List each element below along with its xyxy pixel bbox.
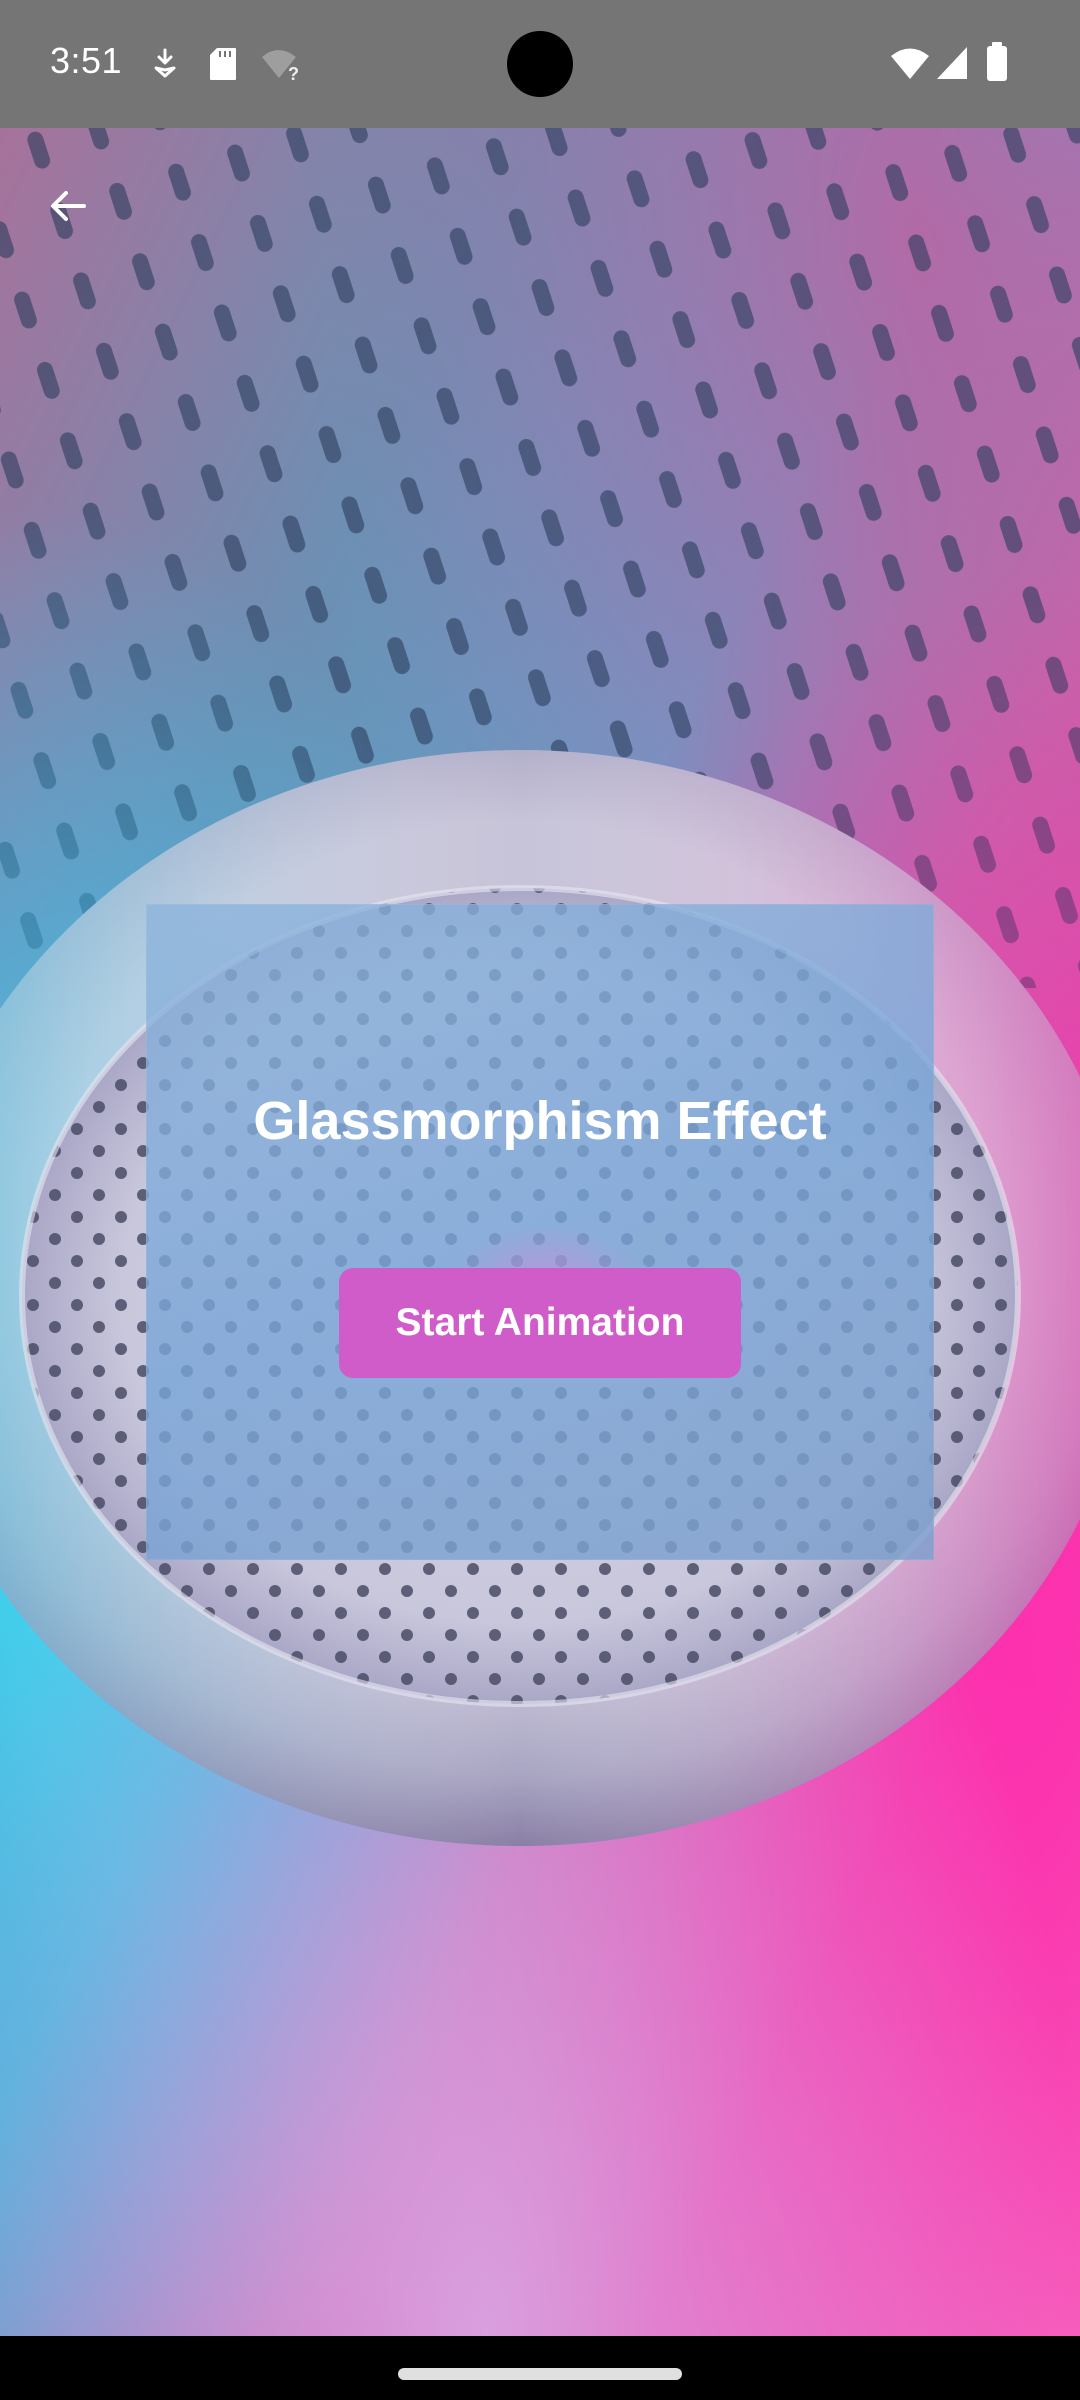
sd-card-icon bbox=[210, 48, 236, 80]
glass-card: Glassmorphism Effect Start Animation bbox=[146, 904, 934, 1560]
card-title: Glassmorphism Effect bbox=[253, 1091, 827, 1151]
screen: 3:51 ? Glassmorphism Effect Start Animat… bbox=[0, 0, 1080, 2400]
cellular-signal-icon bbox=[937, 47, 967, 79]
camera-cutout bbox=[507, 31, 573, 97]
status-bar: 3:51 ? bbox=[0, 0, 1080, 128]
back-button[interactable] bbox=[28, 166, 108, 246]
status-time: 3:51 bbox=[50, 40, 123, 81]
arrow-back-icon bbox=[51, 191, 86, 221]
navigation-bar bbox=[0, 2336, 1080, 2400]
svg-text:?: ? bbox=[288, 64, 299, 81]
download-notification-icon bbox=[154, 48, 176, 78]
home-gesture-handle[interactable] bbox=[398, 2368, 682, 2380]
start-animation-button[interactable]: Start Animation bbox=[339, 1268, 741, 1378]
wifi-unknown-icon: ? bbox=[262, 50, 299, 81]
battery-icon bbox=[987, 42, 1007, 81]
wifi-icon bbox=[891, 48, 929, 79]
